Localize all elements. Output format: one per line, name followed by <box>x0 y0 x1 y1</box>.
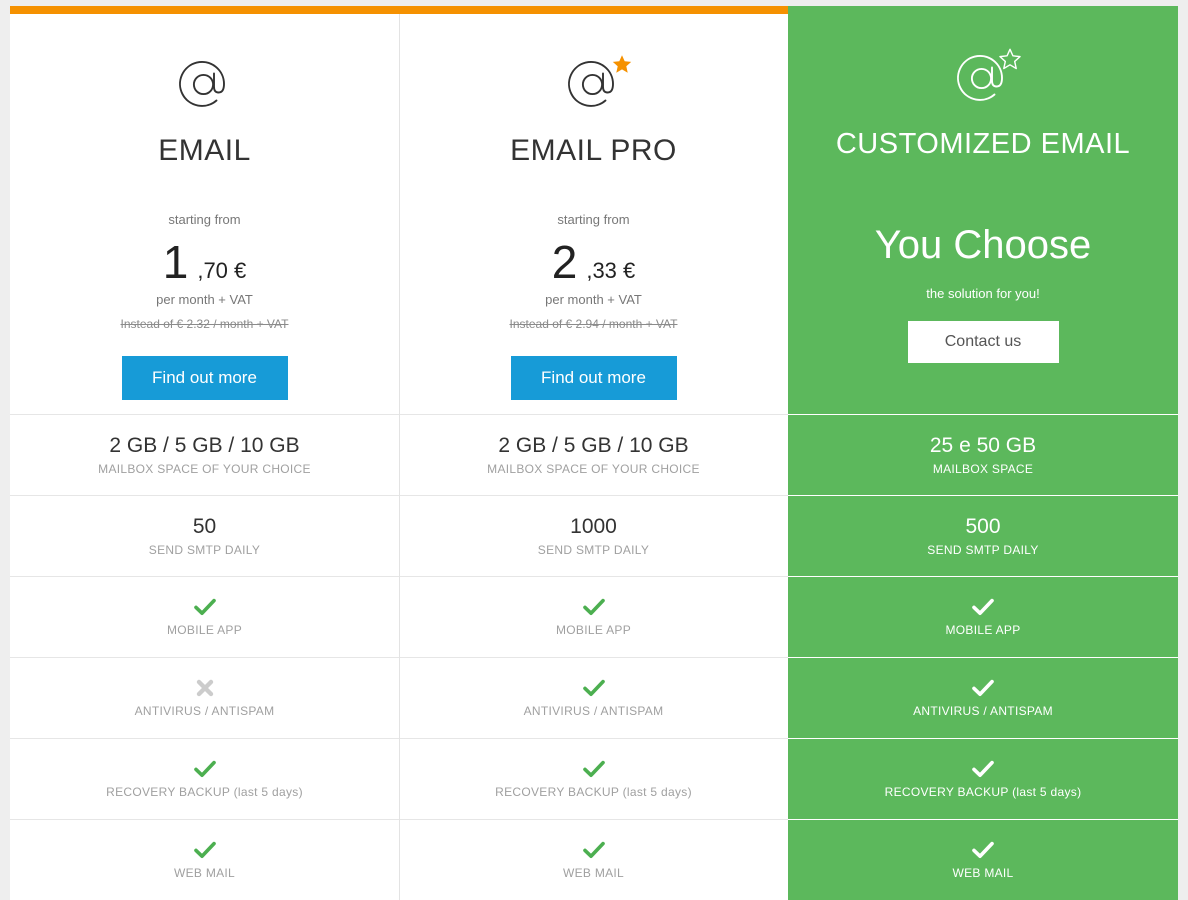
find-out-more-button[interactable]: Find out more <box>510 356 677 400</box>
find-out-more-button[interactable]: Find out more <box>121 356 288 400</box>
feature-row: RECOVERY BACKUP (last 5 days) <box>10 738 399 819</box>
feature-row: RECOVERY BACKUP (last 5 days) <box>399 738 788 819</box>
price: 1 ,70 € <box>163 239 247 285</box>
feature-row: 2 GB / 5 GB / 10 GB MAILBOX SPACE OF YOU… <box>399 414 788 495</box>
check-icon <box>972 841 994 859</box>
starting-from-label: starting from <box>557 212 630 227</box>
check-icon <box>582 679 605 697</box>
check-icon <box>193 598 216 616</box>
starting-from-label: starting from <box>168 212 241 227</box>
feature-label: SEND SMTP DAILY <box>537 543 650 557</box>
check-icon <box>972 679 994 697</box>
feature-label: MAILBOX SPACE OF YOUR CHOICE <box>98 462 311 476</box>
column-divider <box>399 14 400 900</box>
check-icon <box>193 760 216 778</box>
accent-bar-orange <box>10 6 399 14</box>
plan-column-email-pro: EMAIL PRO starting from 2 ,33 € per mont… <box>399 6 788 900</box>
feature-row: 500 SEND SMTP DAILY <box>788 495 1178 576</box>
star-outline-icon <box>998 48 1022 72</box>
plan-header-customized-email: CUSTOMIZED EMAIL You Choose the solution… <box>788 14 1178 414</box>
price-integer: 1 <box>162 236 189 288</box>
price: 2 ,33 € <box>552 239 636 285</box>
check-icon <box>582 841 605 859</box>
plan-column-customized-email: CUSTOMIZED EMAIL You Choose the solution… <box>788 6 1178 900</box>
price-period: per month + VAT <box>156 292 253 307</box>
feature-row: WEB MAIL <box>399 819 788 900</box>
feature-row: WEB MAIL <box>10 819 399 900</box>
price-decimal: ,33 € <box>586 258 636 283</box>
plan-name: EMAIL <box>158 134 251 167</box>
plan-name: CUSTOMIZED EMAIL <box>835 128 1131 160</box>
contact-us-button[interactable]: Contact us <box>907 321 1059 363</box>
price-period: per month + VAT <box>545 292 642 307</box>
feature-row: 2 GB / 5 GB / 10 GB MAILBOX SPACE OF YOU… <box>10 414 399 495</box>
accent-bar-orange <box>399 6 788 14</box>
at-sign-star-icon <box>551 54 637 118</box>
feature-row: RECOVERY BACKUP (last 5 days) <box>788 738 1178 819</box>
feature-value: 2 GB / 5 GB / 10 GB <box>109 434 300 457</box>
star-icon <box>611 54 633 76</box>
feature-label: RECOVERY BACKUP (last 5 days) <box>884 785 1082 799</box>
feature-label: WEB MAIL <box>952 866 1014 880</box>
price-old: Instead of € 2.32 / month + VAT <box>120 317 289 331</box>
feature-value: 1000 <box>570 515 617 538</box>
feature-row: 25 e 50 GB MAILBOX SPACE <box>788 414 1178 495</box>
feature-row: ANTIVIRUS / ANTISPAM <box>399 657 788 738</box>
feature-row: WEB MAIL <box>788 819 1178 900</box>
at-sign-star-outline-icon <box>940 48 1026 112</box>
feature-label: SEND SMTP DAILY <box>148 543 261 557</box>
feature-row: 1000 SEND SMTP DAILY <box>399 495 788 576</box>
price-old: Instead of € 2.94 / month + VAT <box>509 317 678 331</box>
check-icon <box>193 841 216 859</box>
feature-value: 2 GB / 5 GB / 10 GB <box>498 434 689 457</box>
feature-label: WEB MAIL <box>562 866 625 880</box>
plan-header-email: EMAIL starting from 1 ,70 € per month + … <box>10 14 399 414</box>
feature-row: ANTIVIRUS / ANTISPAM <box>10 657 399 738</box>
feature-row: MOBILE APP <box>399 576 788 657</box>
feature-label: ANTIVIRUS / ANTISPAM <box>134 704 275 718</box>
price-integer: 2 <box>551 236 578 288</box>
feature-label: MOBILE APP <box>945 623 1021 637</box>
plan-header-email-pro: EMAIL PRO starting from 2 ,33 € per mont… <box>399 14 788 414</box>
feature-label: ANTIVIRUS / ANTISPAM <box>913 704 1053 718</box>
feature-row: MOBILE APP <box>788 576 1178 657</box>
check-icon <box>582 598 605 616</box>
cross-icon <box>195 679 215 697</box>
at-sign-icon <box>162 56 248 118</box>
feature-label: RECOVERY BACKUP (last 5 days) <box>495 785 692 799</box>
feature-label: MOBILE APP <box>166 623 243 637</box>
choose-subheadline: the solution for you! <box>926 286 1040 301</box>
feature-value: 500 <box>965 515 1001 538</box>
check-icon <box>972 598 994 616</box>
pricing-table: EMAIL starting from 1 ,70 € per month + … <box>10 6 1178 900</box>
feature-label: SEND SMTP DAILY <box>927 543 1039 557</box>
feature-label: MOBILE APP <box>555 623 632 637</box>
feature-row: ANTIVIRUS / ANTISPAM <box>788 657 1178 738</box>
feature-label: RECOVERY BACKUP (last 5 days) <box>106 785 303 799</box>
check-icon <box>972 760 994 778</box>
plan-name: EMAIL PRO <box>510 134 677 167</box>
feature-label: ANTIVIRUS / ANTISPAM <box>523 704 664 718</box>
feature-value: 25 e 50 GB <box>929 434 1037 457</box>
feature-row: MOBILE APP <box>10 576 399 657</box>
feature-label: WEB MAIL <box>173 866 236 880</box>
choose-headline: You Choose <box>874 223 1092 267</box>
feature-value: 50 <box>192 515 217 538</box>
check-icon <box>582 760 605 778</box>
feature-label: MAILBOX SPACE <box>932 462 1034 476</box>
feature-label: MAILBOX SPACE OF YOUR CHOICE <box>487 462 700 476</box>
plan-column-email: EMAIL starting from 1 ,70 € per month + … <box>10 6 399 900</box>
feature-row: 50 SEND SMTP DAILY <box>10 495 399 576</box>
price-decimal: ,70 € <box>197 258 247 283</box>
accent-bar-green <box>788 6 1178 14</box>
